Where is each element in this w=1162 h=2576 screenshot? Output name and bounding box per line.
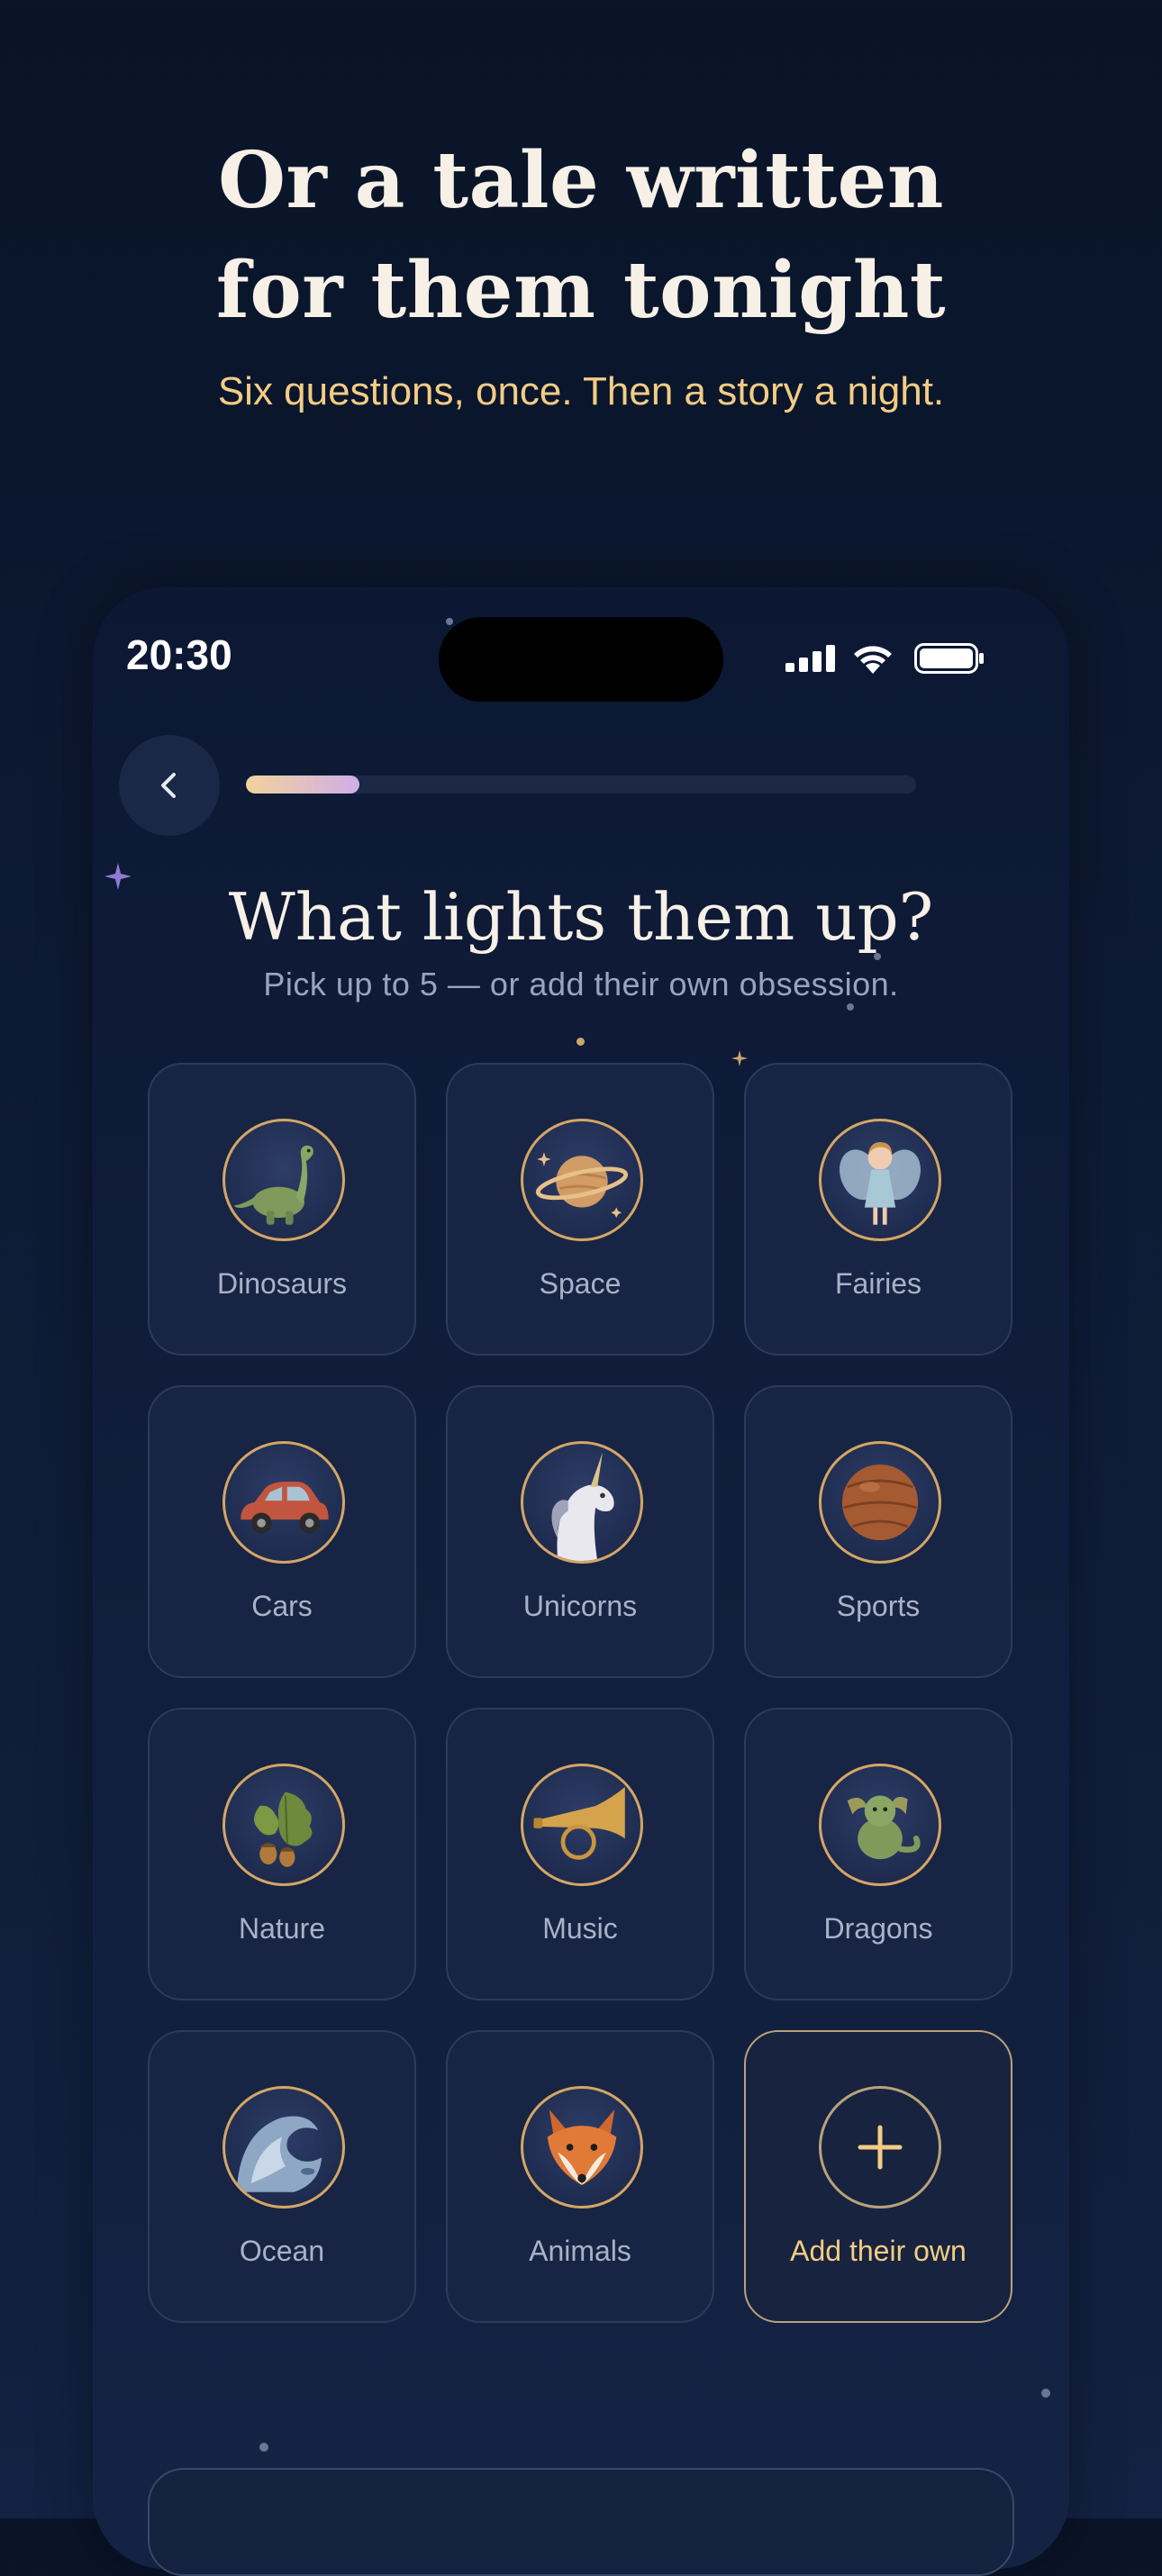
- oak-leaf-icon: [222, 1764, 345, 1886]
- wave-icon: [222, 2086, 345, 2209]
- continue-button[interactable]: [148, 2468, 1014, 2576]
- hero-title-line2: for them tonight: [215, 245, 947, 336]
- hero-subtitle: Six questions, once. Then a story a nigh…: [217, 369, 945, 413]
- star-dot: [446, 618, 453, 625]
- interest-label: Unicorns: [522, 1590, 638, 1622]
- interest-label: Dinosaurs: [216, 1267, 348, 1300]
- wifi-icon: [854, 646, 892, 674]
- star-dot: [847, 1003, 854, 1011]
- chevron-left-icon: [161, 773, 176, 798]
- dragon-icon: [819, 1764, 941, 1886]
- unicorn-icon: [521, 1441, 643, 1564]
- interest-tile-nature[interactable]: Nature: [148, 1708, 416, 2000]
- cellular-signal-icon: [785, 645, 835, 672]
- back-button[interactable]: [119, 735, 220, 836]
- interest-label: Ocean: [239, 2235, 325, 2267]
- question-title: What lights them up?: [228, 879, 934, 955]
- plus-glyph: [858, 2125, 903, 2170]
- interest-tile-sports[interactable]: Sports: [744, 1385, 1012, 1678]
- plus-icon: [819, 2086, 941, 2209]
- interest-tile-dragons[interactable]: Dragons: [744, 1708, 1012, 2000]
- interest-tile-music[interactable]: Music: [446, 1708, 714, 2000]
- interest-label: Music: [542, 1912, 618, 1945]
- interest-tile-cars[interactable]: Cars: [148, 1385, 416, 1678]
- ball-icon: [819, 1441, 941, 1564]
- status-time: 20:30: [126, 631, 232, 678]
- planet-icon: [521, 1119, 643, 1241]
- interest-tile-dinosaurs[interactable]: Dinosaurs: [148, 1063, 416, 1356]
- interest-tile-ocean[interactable]: Ocean: [148, 2030, 416, 2323]
- interest-tile-unicorns[interactable]: Unicorns: [446, 1385, 714, 1678]
- interest-label: Space: [539, 1267, 622, 1300]
- dinosaur-icon: [222, 1119, 345, 1241]
- question-subtitle: Pick up to 5 — or add their own obsessio…: [263, 966, 899, 1002]
- hero-title-line1: Or a tale written: [218, 135, 944, 226]
- star-dot: [1041, 2389, 1050, 2398]
- interest-label: Nature: [238, 1912, 326, 1945]
- progress-bar: [246, 776, 916, 794]
- interest-label: Sports: [836, 1590, 921, 1622]
- dynamic-island: [439, 617, 723, 702]
- star-dot: [259, 2443, 268, 2452]
- interest-grid: Dinosaurs Space Fairies Cars Unicorns Sp…: [148, 1063, 1014, 2323]
- horn-icon: [521, 1764, 643, 1886]
- star-dot: [576, 1038, 585, 1046]
- fairy-icon: [819, 1119, 941, 1241]
- add-their-own-button[interactable]: Add their own: [744, 2030, 1012, 2323]
- interest-tile-animals[interactable]: Animals: [446, 2030, 714, 2323]
- fox-icon: [521, 2086, 643, 2209]
- car-icon: [222, 1441, 345, 1564]
- battery-icon: [914, 643, 984, 674]
- interest-label: Animals: [529, 2235, 631, 2267]
- interest-label: Dragons: [823, 1912, 933, 1945]
- hero-title: Or a tale written for them tonight: [0, 126, 1162, 346]
- interest-label: Fairies: [834, 1267, 921, 1300]
- interest-tile-fairies[interactable]: Fairies: [744, 1063, 1012, 1356]
- add-own-label: Add their own: [790, 2235, 967, 2267]
- interest-tile-space[interactable]: Space: [446, 1063, 714, 1356]
- status-icons: [784, 639, 986, 676]
- progress-fill: [246, 776, 360, 794]
- interest-label: Cars: [251, 1590, 313, 1622]
